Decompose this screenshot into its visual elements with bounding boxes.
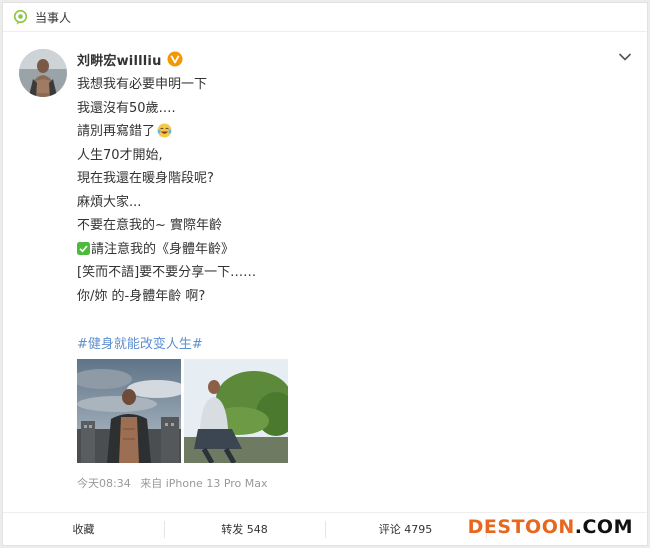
- author-name[interactable]: 刘畊宏willliu: [77, 50, 162, 69]
- check-mark-icon: [77, 240, 90, 255]
- post-text: 我想我有必要申明一下 我還沒有50歲…. 請別再寫錯了 人生70才開始, 現在我…: [77, 73, 597, 308]
- post-line: 人生70才開始,: [77, 147, 163, 163]
- post-line: 請別再寫錯了: [77, 120, 597, 144]
- avatar[interactable]: [19, 49, 67, 97]
- comment-button[interactable]: 评论 4795: [325, 513, 486, 545]
- hashtag-link[interactable]: #健身就能改变人生#: [77, 333, 203, 352]
- chevron-down-icon[interactable]: [618, 52, 632, 62]
- post-photo-2[interactable]: [184, 359, 288, 463]
- post-line: 不要在意我的~ 實際年齡: [77, 218, 223, 233]
- post-line: 你/妳 的-身體年齡 啊?: [77, 288, 206, 304]
- post-photo-1[interactable]: [77, 359, 181, 463]
- repost-button[interactable]: 转发 548: [164, 513, 325, 545]
- post-line: [笑而不語]要不要分享一下……: [77, 265, 257, 280]
- favorite-button[interactable]: 收藏: [3, 513, 164, 545]
- verified-badge-icon: [167, 51, 183, 67]
- post-line: 我想我有必要申明一下: [77, 77, 208, 92]
- weibo-post-card: 当事人 刘畊宏willliu 我想我有必要申明一下 我還沒有50歲…. 請別再寫…: [2, 2, 648, 546]
- author-row: 刘畊宏willliu: [77, 50, 183, 69]
- post-source: 来自 iPhone 13 Pro Max: [140, 477, 268, 490]
- post-line: 我還沒有50歲….: [77, 100, 176, 116]
- topic-bar-label[interactable]: 当事人: [35, 9, 71, 26]
- post-time[interactable]: 今天08:34: [77, 477, 131, 490]
- topic-bar: 当事人: [3, 3, 647, 32]
- post-line: 麻煩大家...: [77, 194, 142, 210]
- watermark-logo: DESTOON.COM: [467, 516, 633, 538]
- topic-icon: [13, 9, 28, 25]
- post-line: 現在我還在暖身階段呢?: [77, 171, 214, 186]
- post-meta: 今天08:34 来自 iPhone 13 Pro Max: [77, 475, 274, 491]
- laughing-tears-emoji-icon: [157, 123, 172, 138]
- post-line: 請注意我的《身體年齡》: [77, 238, 597, 262]
